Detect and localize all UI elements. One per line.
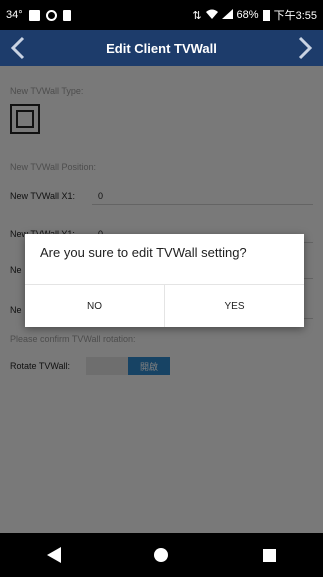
status-bar: 34° ⇅ 68% 下午3:55 <box>0 0 323 30</box>
battery-percent: 68% <box>236 9 259 21</box>
nav-back-button[interactable] <box>34 535 74 575</box>
nav-home-button[interactable] <box>141 535 181 575</box>
dialog-message: Are you sure to edit TVWall setting? <box>40 245 247 260</box>
page-title: Edit Client TVWall <box>106 40 217 56</box>
status-left: 34° <box>6 9 71 21</box>
data-transfer-icon: ⇅ <box>192 9 202 22</box>
no-button[interactable]: NO <box>25 285 164 327</box>
status-right: ⇅ 68% 下午3:55 <box>192 7 317 23</box>
wifi-icon <box>205 9 218 22</box>
chevron-right-icon <box>298 36 313 60</box>
title-bar: Edit Client TVWall <box>0 30 323 66</box>
clock-text: 下午3:55 <box>273 10 317 22</box>
chevron-left-icon <box>10 36 25 60</box>
battery-icon <box>262 9 270 21</box>
signal-icon <box>221 8 233 22</box>
gallery-icon <box>28 9 40 21</box>
square-recents-icon <box>262 548 276 562</box>
notification-icon <box>45 9 57 21</box>
system-nav-bar <box>0 533 323 577</box>
temperature-text: 34° <box>6 9 23 21</box>
back-button[interactable] <box>6 36 30 60</box>
nav-recents-button[interactable] <box>249 535 289 575</box>
device-icon <box>62 9 71 21</box>
forward-button[interactable] <box>293 36 317 60</box>
yes-button[interactable]: YES <box>165 285 304 327</box>
circle-home-icon <box>154 548 169 562</box>
confirm-dialog: Are you sure to edit TVWall setting? NO … <box>25 234 304 327</box>
triangle-back-icon <box>46 547 61 563</box>
